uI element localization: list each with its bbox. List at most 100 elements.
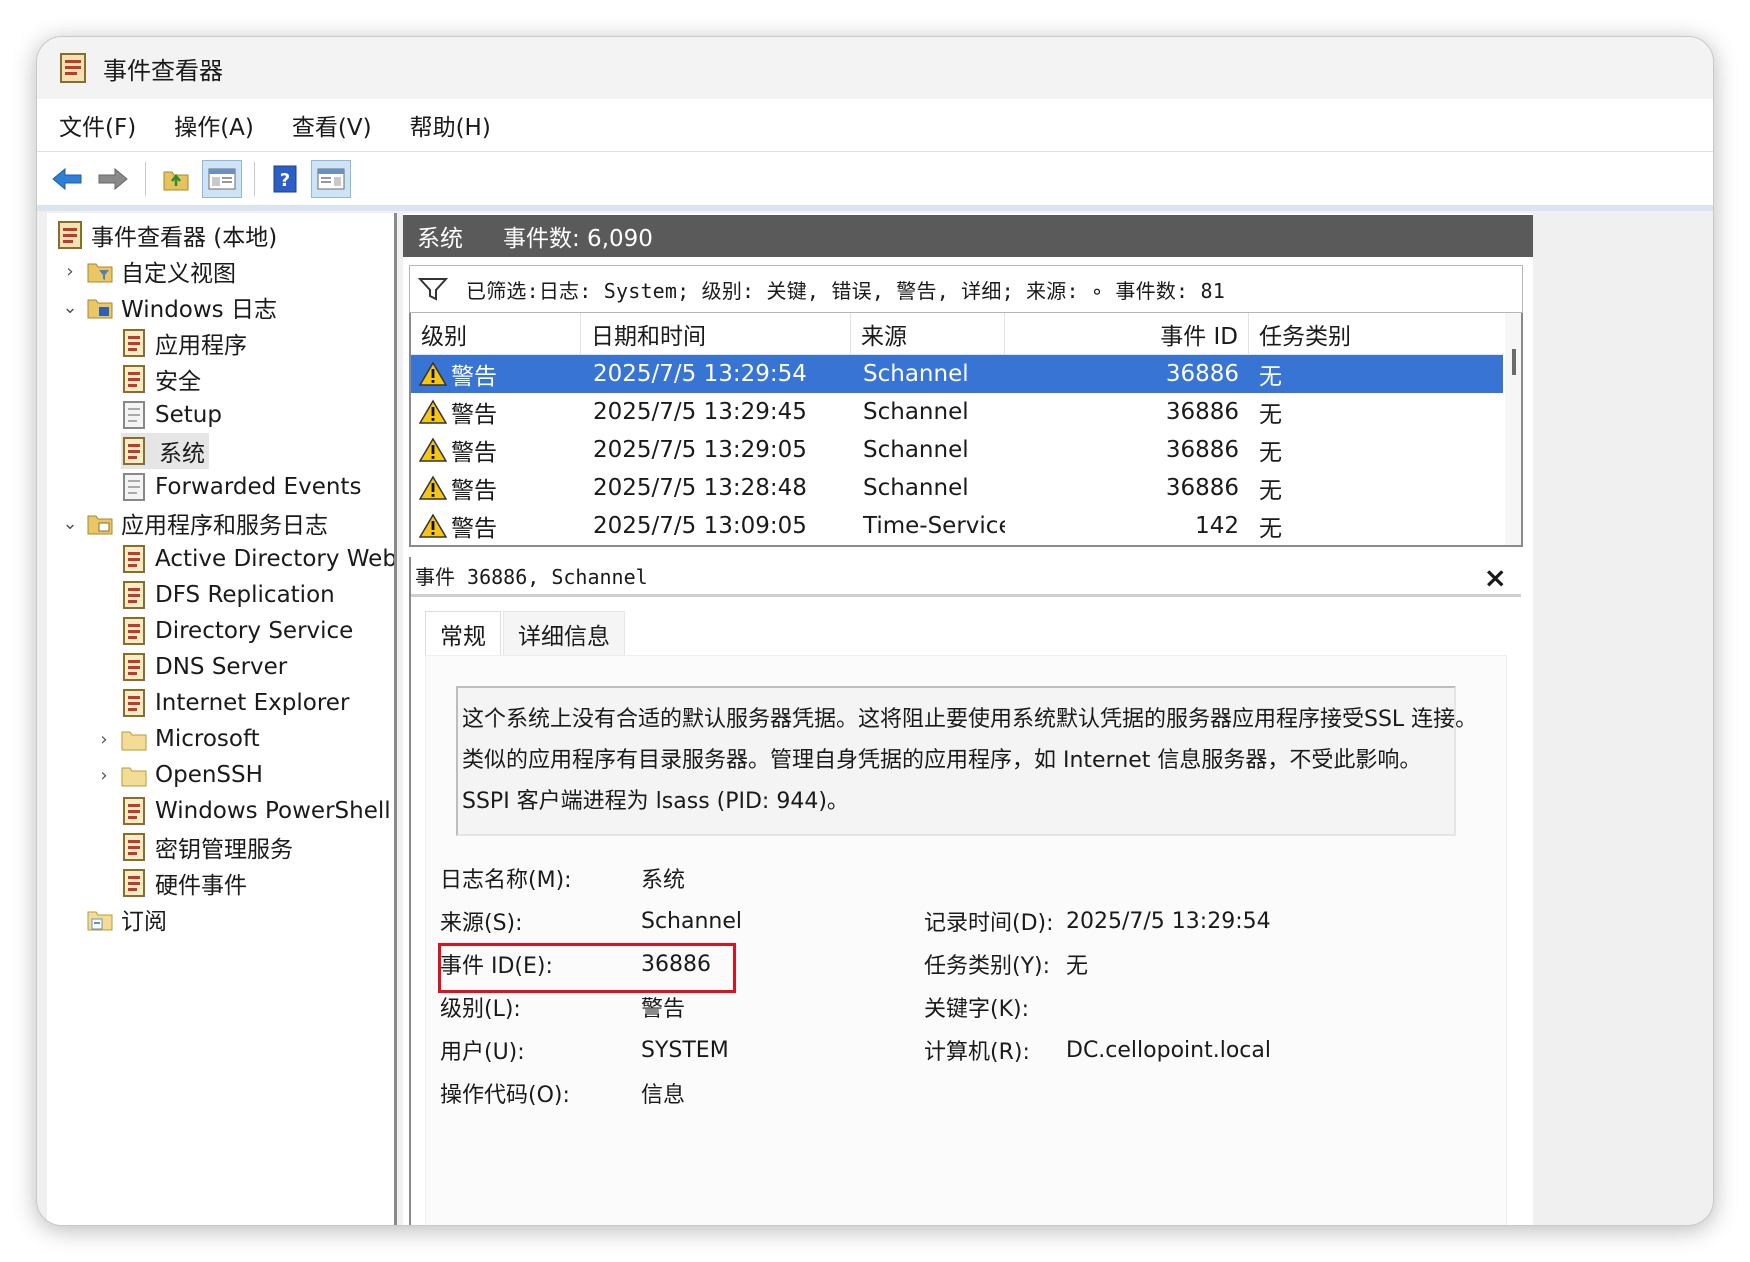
warning-icon <box>419 437 447 462</box>
warning-icon <box>419 475 447 500</box>
back-arrow-icon <box>52 167 82 190</box>
menu-view[interactable]: 查看(V) <box>290 104 374 146</box>
event-detail-pane: 事件 36886, Schannel × 常规 详细信息 这个系统上没有合适的默… <box>409 557 1523 1225</box>
log-icon <box>123 365 145 393</box>
folder-icon <box>121 731 147 751</box>
general-tab-body: 这个系统上没有合适的默认服务器凭据。这将阻止要使用系统默认凭据的服务器应用程序接… <box>425 655 1507 1225</box>
tree-item-app-service-logs[interactable]: ⌄ 应用程序和服务日志 <box>59 505 328 541</box>
tree-item-dns-server[interactable]: DNS Server <box>121 649 287 685</box>
show-hide-console-tree-button[interactable] <box>202 159 242 198</box>
forward-button[interactable] <box>93 160 133 198</box>
column-header-task-category[interactable]: 任务类别 <box>1249 313 1503 355</box>
subscriptions-icon <box>87 911 113 931</box>
grid-vertical-scrollbar[interactable] <box>1505 313 1521 545</box>
column-header-level[interactable]: 级别 <box>411 313 581 355</box>
menu-file[interactable]: 文件(F) <box>57 104 138 146</box>
chevron-right-icon[interactable]: › <box>93 765 115 786</box>
close-icon[interactable]: × <box>1484 561 1507 594</box>
column-header-datetime[interactable]: 日期和时间 <box>581 313 851 355</box>
log-icon <box>123 581 145 609</box>
event-detail-header: 事件 36886, Schannel × <box>411 557 1521 597</box>
table-row[interactable]: 警告 2025/7/5 13:29:45 Schannel 36886 无 <box>411 393 1503 431</box>
message-line: 类似的应用程序有目录服务器。管理自身凭据的应用程序，如 Internet 信息服… <box>462 747 1422 773</box>
action-pane-icon <box>317 168 345 189</box>
message-line: SSPI 客户端进程为 lsass (PID: 944)。 <box>462 788 849 814</box>
log-icon <box>123 797 145 825</box>
tree-item-key-management-service[interactable]: 密钥管理服务 <box>121 829 293 865</box>
log-plain-icon <box>123 401 145 429</box>
event-id-highlight-box <box>438 943 736 993</box>
forward-arrow-icon <box>98 167 128 190</box>
log-icon <box>123 545 145 573</box>
chevron-down-icon[interactable]: ⌄ <box>59 297 81 318</box>
logged-label: 记录时间(D): <box>924 911 1054 936</box>
chevron-down-icon[interactable]: ⌄ <box>59 513 81 534</box>
tree-root-event-viewer[interactable]: 事件查看器 (本地) <box>57 217 277 253</box>
event-viewer-app-icon <box>60 53 86 83</box>
grid-header: 级别 日期和时间 来源 事件 ID 任务类别 <box>411 313 1503 355</box>
funnel-filter-icon <box>418 278 448 301</box>
folder-windows-icon <box>87 299 113 319</box>
tab-general[interactable]: 常规 <box>425 611 501 655</box>
user-value: SYSTEM <box>641 1037 729 1063</box>
log-icon <box>123 833 145 861</box>
log-icon <box>123 617 145 645</box>
tree-item-subscriptions[interactable]: 订阅 <box>87 901 167 937</box>
help-icon: ? <box>273 165 297 192</box>
tree-item-dfs-replication[interactable]: DFS Replication <box>121 577 335 613</box>
log-icon <box>123 653 145 681</box>
tree-item-internet-explorer[interactable]: Internet Explorer <box>121 685 349 721</box>
event-message-box[interactable]: 这个系统上没有合适的默认服务器凭据。这将阻止要使用系统默认凭据的服务器应用程序接… <box>456 686 1477 836</box>
show-hide-action-pane-button[interactable] <box>311 159 351 198</box>
table-row[interactable]: 警告 2025/7/5 13:29:05 Schannel 36886 无 <box>411 431 1503 469</box>
source-value: Schannel <box>641 908 743 934</box>
chevron-right-icon[interactable]: › <box>93 729 115 750</box>
column-header-event-id[interactable]: 事件 ID <box>1005 313 1249 355</box>
log-icon <box>123 869 145 897</box>
detail-tabs: 常规 详细信息 <box>425 611 627 655</box>
tree-item-directory-service[interactable]: Directory Service <box>121 613 353 649</box>
menu-bar: 文件(F) 操作(A) 查看(V) 帮助(H) <box>37 99 1713 151</box>
tree-item-setup[interactable]: Setup <box>121 397 222 433</box>
tree-item-openssh[interactable]: › OpenSSH <box>93 757 263 793</box>
tree-item-system[interactable]: 系统 <box>121 433 209 469</box>
computer-value: DC.cellopoint.local <box>1066 1037 1271 1063</box>
toolbar-separator <box>254 161 255 196</box>
back-button[interactable] <box>47 160 87 198</box>
up-folder-button[interactable] <box>156 160 196 198</box>
event-detail-title: 事件 36886, Schannel <box>415 565 648 589</box>
menu-action[interactable]: 操作(A) <box>172 104 256 146</box>
logged-value: 2025/7/5 13:29:54 <box>1066 908 1271 934</box>
tree-item-custom-views[interactable]: › 自定义视图 <box>59 253 236 289</box>
log-icon <box>123 329 145 357</box>
svg-text:?: ? <box>280 170 290 191</box>
tree-item-active-directory-web[interactable]: Active Directory Web S <box>121 541 394 577</box>
user-label: 用户(U): <box>440 1040 525 1065</box>
event-count: 事件数: 6,090 <box>503 226 653 252</box>
tree-item-windows-powershell[interactable]: Windows PowerShell <box>121 793 391 829</box>
opcode-value: 信息 <box>641 1083 686 1108</box>
table-row[interactable]: 警告 2025/7/5 13:28:48 Schannel 36886 无 <box>411 469 1503 507</box>
tree-item-windows-logs[interactable]: ⌄ Windows 日志 <box>59 289 277 325</box>
window-title: 事件查看器 <box>103 56 223 85</box>
tree-item-forwarded-events[interactable]: Forwarded Events <box>121 469 361 505</box>
table-row[interactable]: 警告 2025/7/5 13:09:05 Time-Service 142 无 <box>411 507 1503 545</box>
log-name: 系统 <box>417 226 463 252</box>
toolbar: ? <box>37 151 1713 205</box>
tree-item-application[interactable]: 应用程序 <box>121 325 247 361</box>
tree-item-security[interactable]: 安全 <box>121 361 201 397</box>
help-button[interactable]: ? <box>265 160 305 198</box>
toolbar-divider <box>37 205 1713 211</box>
scrollbar-thumb[interactable] <box>1512 349 1516 375</box>
table-row[interactable]: 警告 2025/7/5 13:29:54 Schannel 36886 无 <box>411 355 1503 393</box>
log-name-label: 日志名称(M): <box>440 868 572 893</box>
filter-bar: 已筛选:日志: System; 级别: 关键, 错误, 警告, 详细; 来源: … <box>409 265 1523 313</box>
tree-item-hardware-events[interactable]: 硬件事件 <box>121 865 247 901</box>
tree-item-microsoft[interactable]: › Microsoft <box>93 721 259 757</box>
menu-help[interactable]: 帮助(H) <box>408 104 493 146</box>
opcode-label: 操作代码(O): <box>440 1083 570 1108</box>
log-icon <box>123 437 145 465</box>
column-header-source[interactable]: 来源 <box>851 313 1005 355</box>
tab-details[interactable]: 详细信息 <box>503 611 625 655</box>
chevron-right-icon[interactable]: › <box>59 261 81 282</box>
